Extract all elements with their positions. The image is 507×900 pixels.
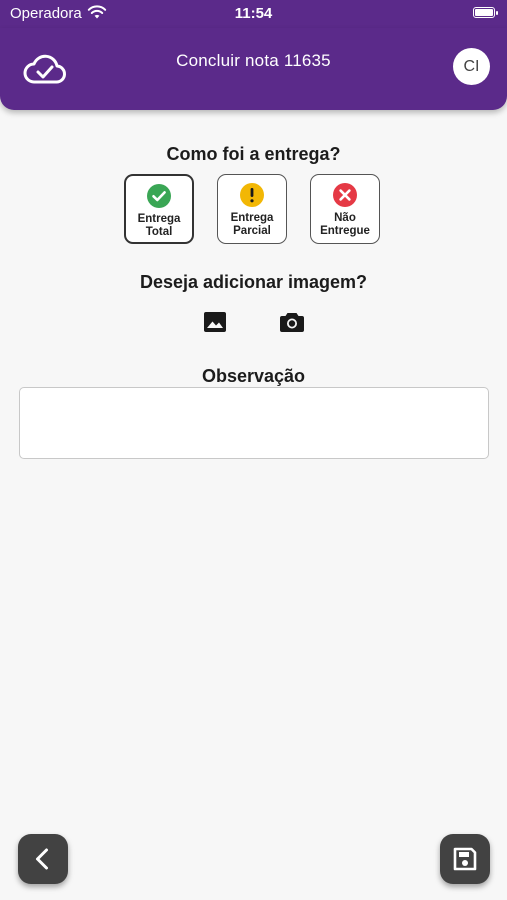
delivery-question: Como foi a entrega?	[166, 144, 341, 164]
option-label: Entrega Parcial	[230, 212, 274, 237]
app-header: Concluir nota 11635 CI	[0, 28, 507, 110]
camera-icon[interactable]	[278, 308, 306, 336]
observation-field[interactable]	[19, 387, 489, 459]
image-icon[interactable]	[201, 308, 229, 336]
option-nao-entregue[interactable]: Não Entregue	[310, 174, 380, 244]
x-circle-icon	[333, 183, 357, 207]
page-title: Concluir nota 11635	[176, 51, 331, 70]
option-label: Entrega Total	[137, 213, 181, 238]
observation-label: Observação	[201, 366, 306, 386]
image-question: Deseja adicionar imagem?	[139, 272, 368, 292]
battery-icon	[473, 7, 498, 18]
status-bar: Operadora 11:54	[0, 0, 507, 28]
option-label: Não Entregue	[320, 212, 370, 237]
chevron-left-icon	[36, 848, 48, 870]
back-button[interactable]	[18, 834, 68, 884]
exclamation-circle-icon	[240, 183, 264, 207]
avatar[interactable]: CI	[453, 48, 490, 85]
option-entrega-total[interactable]: Entrega Total	[124, 174, 194, 244]
save-icon	[453, 847, 477, 871]
option-entrega-parcial[interactable]: Entrega Parcial	[217, 174, 287, 244]
check-circle-icon	[147, 184, 171, 208]
save-button[interactable]	[440, 834, 490, 884]
delivery-options: Entrega Total Entrega Parcial Não Entreg…	[124, 174, 384, 248]
status-time: 11:54	[234, 5, 273, 22]
